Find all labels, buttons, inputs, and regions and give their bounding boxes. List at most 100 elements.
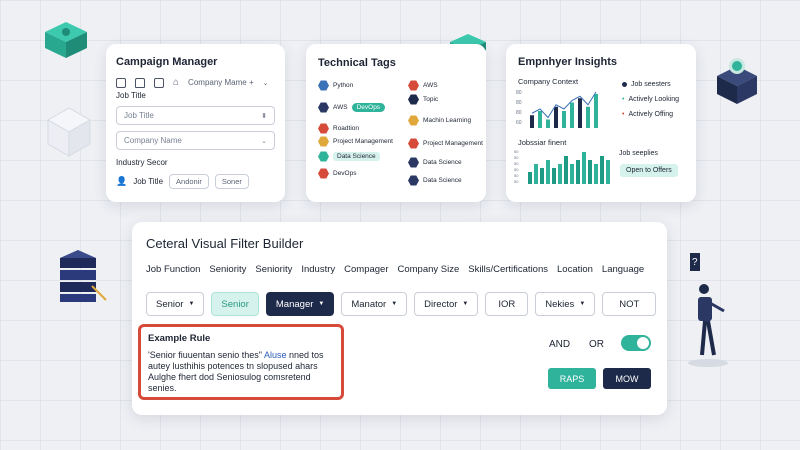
tag-aws-right[interactable]: AWS xyxy=(408,80,438,91)
company-context-chart: 80 80 80 60 xyxy=(516,90,598,128)
tab-seniority[interactable]: Seniority xyxy=(209,264,246,275)
legend-actively-offing: • Actively Offing xyxy=(622,111,674,118)
select-soner[interactable]: Soner xyxy=(214,174,249,189)
user-icon: 👤 xyxy=(116,176,128,186)
campaign-toolbar: ⌂ Company Mame + ⌄ xyxy=(116,77,275,88)
filter-nekies[interactable]: Nekies ▼ xyxy=(535,292,596,316)
tag-topic[interactable]: Topic xyxy=(408,94,438,105)
tab-location[interactable]: Location xyxy=(557,264,593,275)
chart1-bar xyxy=(570,102,574,128)
chart2-bar xyxy=(552,168,556,184)
caret-down-icon: ▼ xyxy=(318,301,325,307)
company-context-label: Company Context xyxy=(518,77,579,86)
teal-block-icon xyxy=(45,22,87,58)
chart2-bar xyxy=(594,164,598,184)
chart2-bar xyxy=(570,164,574,184)
lock-icon[interactable] xyxy=(135,77,145,88)
job-title-label: Job Title xyxy=(116,91,146,100)
chart2-tick-label: 50 xyxy=(514,167,519,172)
chevron-down-icon: ⌄ xyxy=(261,137,267,145)
category-tabs: Job Function Seniority Seniority Industr… xyxy=(146,264,653,275)
filter-senior-active[interactable]: Senior xyxy=(211,292,259,316)
legend-job-seesters: Job seesters xyxy=(622,81,679,88)
chart2-bar xyxy=(588,160,592,184)
tab-seniority-2[interactable]: Seniority xyxy=(255,264,292,275)
tab-compager[interactable]: Compager xyxy=(344,264,388,275)
tag-data-science[interactable]: Data Science xyxy=(318,151,380,162)
rule-title: Example Rule xyxy=(148,333,211,344)
tag-project-management[interactable]: Project Management xyxy=(318,136,393,147)
chart1-bar xyxy=(594,94,598,128)
chart2-bar xyxy=(558,164,562,184)
select-andonir[interactable]: Andonir xyxy=(169,174,209,189)
chevron-down-icon[interactable]: ⌄ xyxy=(263,79,269,87)
job-title-row-label: Job Title xyxy=(133,177,164,186)
filter-senior[interactable]: Senior ▼ xyxy=(146,292,205,316)
job-title-row: 👤 Job Title Andonir Soner xyxy=(116,174,275,189)
chart2-bar xyxy=(540,168,544,184)
copy-icon[interactable] xyxy=(154,77,164,88)
chart1-bar xyxy=(562,111,566,128)
technical-tags-card: Technical Tags Python AWS DevOps Roadtion… xyxy=(306,44,486,202)
caret-down-icon: ▼ xyxy=(188,301,195,307)
tab-language[interactable]: Language xyxy=(602,264,644,275)
tag-data-science-right-2[interactable]: Data Science xyxy=(408,175,462,186)
filter-chips: Senior ▼ Senior Manager ▼ Manator ▼ Directo… xyxy=(146,292,657,316)
or-operator[interactable]: OR xyxy=(589,339,604,350)
chart1-bar xyxy=(554,106,558,128)
chart2-tick-label: 50 xyxy=(514,149,519,154)
home-icon[interactable]: ⌂ xyxy=(173,77,179,88)
job-title-field[interactable]: Job Title ⬍ xyxy=(116,106,275,125)
tab-company-size[interactable]: Company Size xyxy=(398,264,460,275)
project-icon xyxy=(318,136,329,147)
devops-pill[interactable]: DevOps xyxy=(351,103,386,112)
second-chart-label: Jobssiar finent xyxy=(518,138,567,147)
tab-job-function[interactable]: Job Function xyxy=(146,264,200,275)
raps-button[interactable]: RAPS xyxy=(548,368,596,389)
legend-actively-looking: • Actively Looking xyxy=(622,96,680,103)
chart1-bar xyxy=(586,106,590,128)
tag-machine-learning[interactable]: Machin Learning xyxy=(408,115,471,126)
chart1-bar xyxy=(578,98,582,128)
tag-python[interactable]: Python xyxy=(318,80,353,91)
tag-roadtion[interactable]: Roadtion xyxy=(318,123,359,134)
filter-manator[interactable]: Manator ▼ xyxy=(341,292,408,316)
tag-aws[interactable]: AWS DevOps xyxy=(318,102,386,113)
filter-ior[interactable]: IOR xyxy=(485,292,529,316)
mow-button[interactable]: MOW xyxy=(603,368,651,389)
grid-icon[interactable] xyxy=(116,77,126,88)
filter-manager[interactable]: Manager ▼ xyxy=(265,292,335,316)
example-rule-box: Example Rule 'Senior fiuuentan senio the… xyxy=(138,324,344,400)
chart1-tick-label: 80 xyxy=(516,100,522,106)
and-operator[interactable]: AND xyxy=(549,339,570,350)
chart2-bar xyxy=(576,160,580,184)
chart1-bar xyxy=(530,115,534,128)
company-select[interactable]: Company Mame + xyxy=(188,78,254,87)
chart1-bar xyxy=(538,111,542,128)
company-name-field[interactable]: Company Name ⌄ xyxy=(116,131,275,150)
chart2-tick-label: 50 xyxy=(514,173,519,178)
caret-down-icon: ▼ xyxy=(391,301,398,307)
chart2-tick-label: 50 xyxy=(514,161,519,166)
tag-data-science-right[interactable]: Data Science xyxy=(408,157,462,168)
tag-project-management-right[interactable]: Project Management xyxy=(408,138,483,149)
outline-cube-icon xyxy=(46,107,92,157)
insights-title: Empnhyer Insights xyxy=(518,56,618,68)
logic-toggle[interactable] xyxy=(621,335,651,351)
python-icon xyxy=(318,80,329,91)
tab-industry[interactable]: Industry xyxy=(301,264,335,275)
tag-devops[interactable]: DevOps xyxy=(318,168,356,179)
aws-icon xyxy=(318,102,329,113)
chart2-bar xyxy=(528,172,532,184)
open-to-offers-badge[interactable]: Open to Offers xyxy=(620,164,678,177)
svg-text:?: ? xyxy=(692,257,698,268)
topic-icon xyxy=(408,94,419,105)
filter-not[interactable]: NOT xyxy=(602,292,657,316)
red-dot-icon: • xyxy=(622,111,625,118)
filter-director[interactable]: Director ▼ xyxy=(414,292,479,316)
navy-dot-icon xyxy=(622,82,627,87)
data-science-icon xyxy=(318,151,329,162)
chart1-bar xyxy=(546,119,550,128)
job-seeplies-label: Job seeplies xyxy=(619,150,658,157)
tab-skills[interactable]: Skills/Certifications xyxy=(468,264,548,275)
